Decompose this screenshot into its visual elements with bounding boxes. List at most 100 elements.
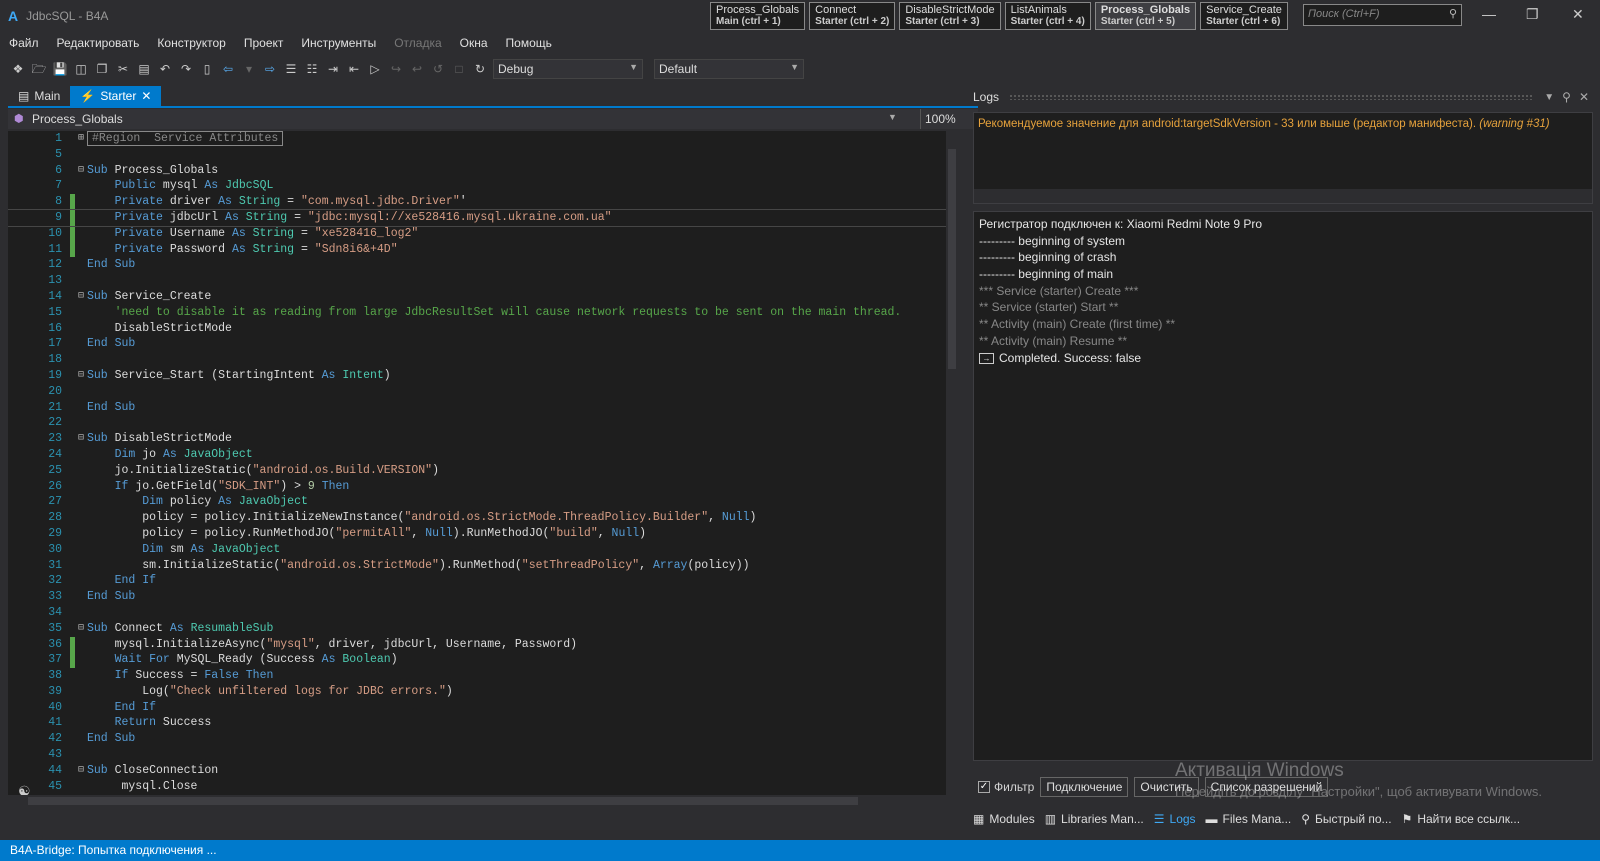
code-line[interactable]: 36 mysql.InitializeAsync("mysql", driver… [8, 636, 948, 653]
code-line[interactable]: 28 policy = policy.InitializeNewInstance… [8, 510, 948, 526]
back-dropdown-icon[interactable]: ▾ [241, 61, 257, 77]
bottom-tab[interactable]: ▬ Files Mana... [1206, 810, 1292, 828]
code-line[interactable]: 19 ⊟ Sub Service_Start (StartingIntent As … [8, 368, 948, 384]
code-line[interactable]: 43 [8, 747, 948, 763]
save-all-icon[interactable]: ◫ [73, 61, 89, 77]
chevron-down-icon[interactable]: ▼ [888, 112, 897, 122]
build-mode-select[interactable]: Debug ▼ [493, 59, 643, 79]
connect-button[interactable]: Подключение [1040, 777, 1129, 797]
menu-item[interactable]: Помощь [497, 34, 561, 54]
horizontal-scrollbar[interactable] [974, 189, 1592, 203]
bottom-tab[interactable]: ⚑ Найти все ссылк... [1402, 810, 1520, 828]
bookmark-icon[interactable]: ▯ [199, 61, 215, 77]
code-line[interactable]: 17 End Sub [8, 336, 948, 352]
outdent-icon[interactable]: ⇤ [346, 61, 362, 77]
close-icon[interactable]: ✕ [1572, 6, 1584, 23]
code-line[interactable]: 40 End If [8, 700, 948, 716]
code-line[interactable]: 15 'need to disable it as reading from l… [8, 305, 948, 321]
code-line[interactable]: 11 Private Password As String = "Sdn8i6&… [8, 241, 948, 258]
redo-icon[interactable]: ↷ [178, 61, 194, 77]
forward-icon[interactable]: ⇨ [262, 61, 278, 77]
indent-icon[interactable]: ⇥ [325, 61, 341, 77]
code-line[interactable]: 20 [8, 384, 948, 400]
code-line[interactable]: 37 Wait For MySQL_Ready (Success As Bool… [8, 652, 948, 669]
pin-icon[interactable]: ⚲ [1562, 90, 1571, 104]
menu-item[interactable]: Файл [0, 34, 48, 54]
code-line[interactable]: 30 Dim sm As JavaObject [8, 542, 948, 558]
procedure-select[interactable]: Process_Globals [32, 112, 123, 126]
new-module-icon[interactable]: ❖ [10, 61, 26, 77]
copy-icon[interactable]: ❐ [94, 61, 110, 77]
stop-icon[interactable]: □ [451, 61, 467, 77]
quick-tab[interactable]: Process_Globals Main (ctrl + 1) [710, 2, 806, 30]
filter-checkbox[interactable]: ✓ Фильтр [978, 780, 1034, 794]
code-line[interactable]: 8 Private driver As String = "com.mysql.… [8, 194, 948, 210]
code-line[interactable]: 27 Dim policy As JavaObject [8, 494, 948, 510]
code-line[interactable]: 13 [8, 273, 948, 289]
menu-item[interactable]: Проект [235, 34, 293, 54]
code-line[interactable]: 32 End If [8, 573, 948, 589]
undo-icon[interactable]: ↶ [157, 61, 173, 77]
open-icon[interactable]: 🗁 [31, 61, 47, 77]
code-line[interactable]: 21 End Sub [8, 400, 948, 416]
vertical-scrollbar[interactable] [946, 131, 958, 805]
code-line[interactable]: 38 If Success = False Then [8, 668, 948, 684]
paste-icon[interactable]: ▤ [136, 61, 152, 77]
menu-item[interactable]: Инструменты [292, 34, 385, 54]
bottom-tab[interactable]: ▥ Libraries Man... [1045, 810, 1144, 828]
menu-item[interactable]: Конструктор [148, 34, 234, 54]
fold-toggle-icon[interactable]: ⊟ [75, 621, 87, 637]
close-tab-icon[interactable]: ✕ [141, 89, 151, 103]
step-out-icon[interactable]: ↺ [430, 61, 446, 77]
minimize-icon[interactable]: — [1482, 6, 1496, 22]
fold-toggle-icon[interactable]: ⊟ [75, 289, 87, 305]
code-line[interactable]: 44 ⊟ Sub CloseConnection [8, 763, 948, 779]
build-config-select[interactable]: Default ▼ [654, 59, 804, 79]
code-line[interactable]: 6 ⊟ Sub Process_Globals [8, 163, 948, 179]
quick-tab[interactable]: ListAnimals Starter (ctrl + 4) [1004, 2, 1091, 30]
bottom-tab[interactable]: ☰ Logs [1154, 810, 1196, 828]
search-input[interactable]: Поиск (Ctrl+F) ⚲ [1303, 4, 1462, 26]
quick-tab[interactable]: Service_Create Starter (ctrl + 6) [1200, 2, 1288, 30]
code-line[interactable]: 34 [8, 605, 948, 621]
code-line[interactable]: 39 Log("Check unfiltered logs for JDBC e… [8, 684, 948, 700]
menu-item[interactable]: Отладка [385, 34, 450, 54]
code-line[interactable]: 14 ⊟ Sub Service_Create [8, 289, 948, 305]
code-line[interactable]: 45 mysql.Close [8, 779, 948, 795]
tab-starter[interactable]: ⚡ Starter ✕ [70, 86, 162, 106]
step-over-icon[interactable]: ↩ [409, 61, 425, 77]
close-icon[interactable]: ✕ [1579, 90, 1589, 104]
menu-item[interactable]: Редактировать [48, 34, 149, 54]
chevron-down-icon[interactable]: ▼ [1544, 92, 1554, 103]
code-editor[interactable]: 1 ⊞ #Region Service Attributes 5 6 ⊟ Sub Proce… [8, 131, 958, 805]
code-line[interactable]: 41 Return Success [8, 715, 948, 731]
step-into-icon[interactable]: ↪ [388, 61, 404, 77]
search-icon[interactable]: ⚲ [1449, 7, 1457, 20]
code-line[interactable]: 18 [8, 352, 948, 368]
code-line[interactable]: 10 Private Username As String = "xe52841… [8, 225, 948, 242]
drag-handle[interactable] [1009, 94, 1535, 100]
code-line[interactable]: 16 DisableStrictMode [8, 321, 948, 337]
save-icon[interactable]: 💾 [52, 61, 68, 77]
code-line[interactable]: 22 [8, 415, 948, 431]
code-line[interactable]: 24 Dim jo As JavaObject [8, 447, 948, 463]
cut-icon[interactable]: ✂ [115, 61, 131, 77]
code-line[interactable]: 42 End Sub [8, 731, 948, 747]
horizontal-scrollbar[interactable] [8, 795, 958, 807]
code-line[interactable]: 35 ⊟ Sub Connect As ResumableSub [8, 621, 948, 637]
fold-toggle-icon[interactable]: ⊟ [75, 163, 87, 179]
scroll-thumb[interactable] [948, 149, 956, 369]
fold-toggle-icon[interactable]: ⊞ [75, 131, 87, 147]
quick-tab[interactable]: Connect Starter (ctrl + 2) [809, 2, 896, 30]
code-line[interactable]: 7 Public mysql As JdbcSQL [8, 178, 948, 194]
code-line[interactable]: 31 sm.InitializeStatic("android.os.Stric… [8, 558, 948, 574]
zoom-select[interactable]: 100% [920, 109, 978, 129]
run-icon[interactable]: ▷ [367, 61, 383, 77]
uncomment-icon[interactable]: ☷ [304, 61, 320, 77]
back-icon[interactable]: ⇦ [220, 61, 236, 77]
fold-toggle-icon[interactable]: ⊟ [75, 763, 87, 779]
restart-icon[interactable]: ↻ [472, 61, 488, 77]
code-line[interactable]: 9 Private jdbcUrl As String = "jdbc:mysq… [8, 208, 949, 227]
tab-main[interactable]: ▤ Main [8, 86, 70, 106]
bottom-tab[interactable]: ▦ Modules [973, 810, 1035, 828]
